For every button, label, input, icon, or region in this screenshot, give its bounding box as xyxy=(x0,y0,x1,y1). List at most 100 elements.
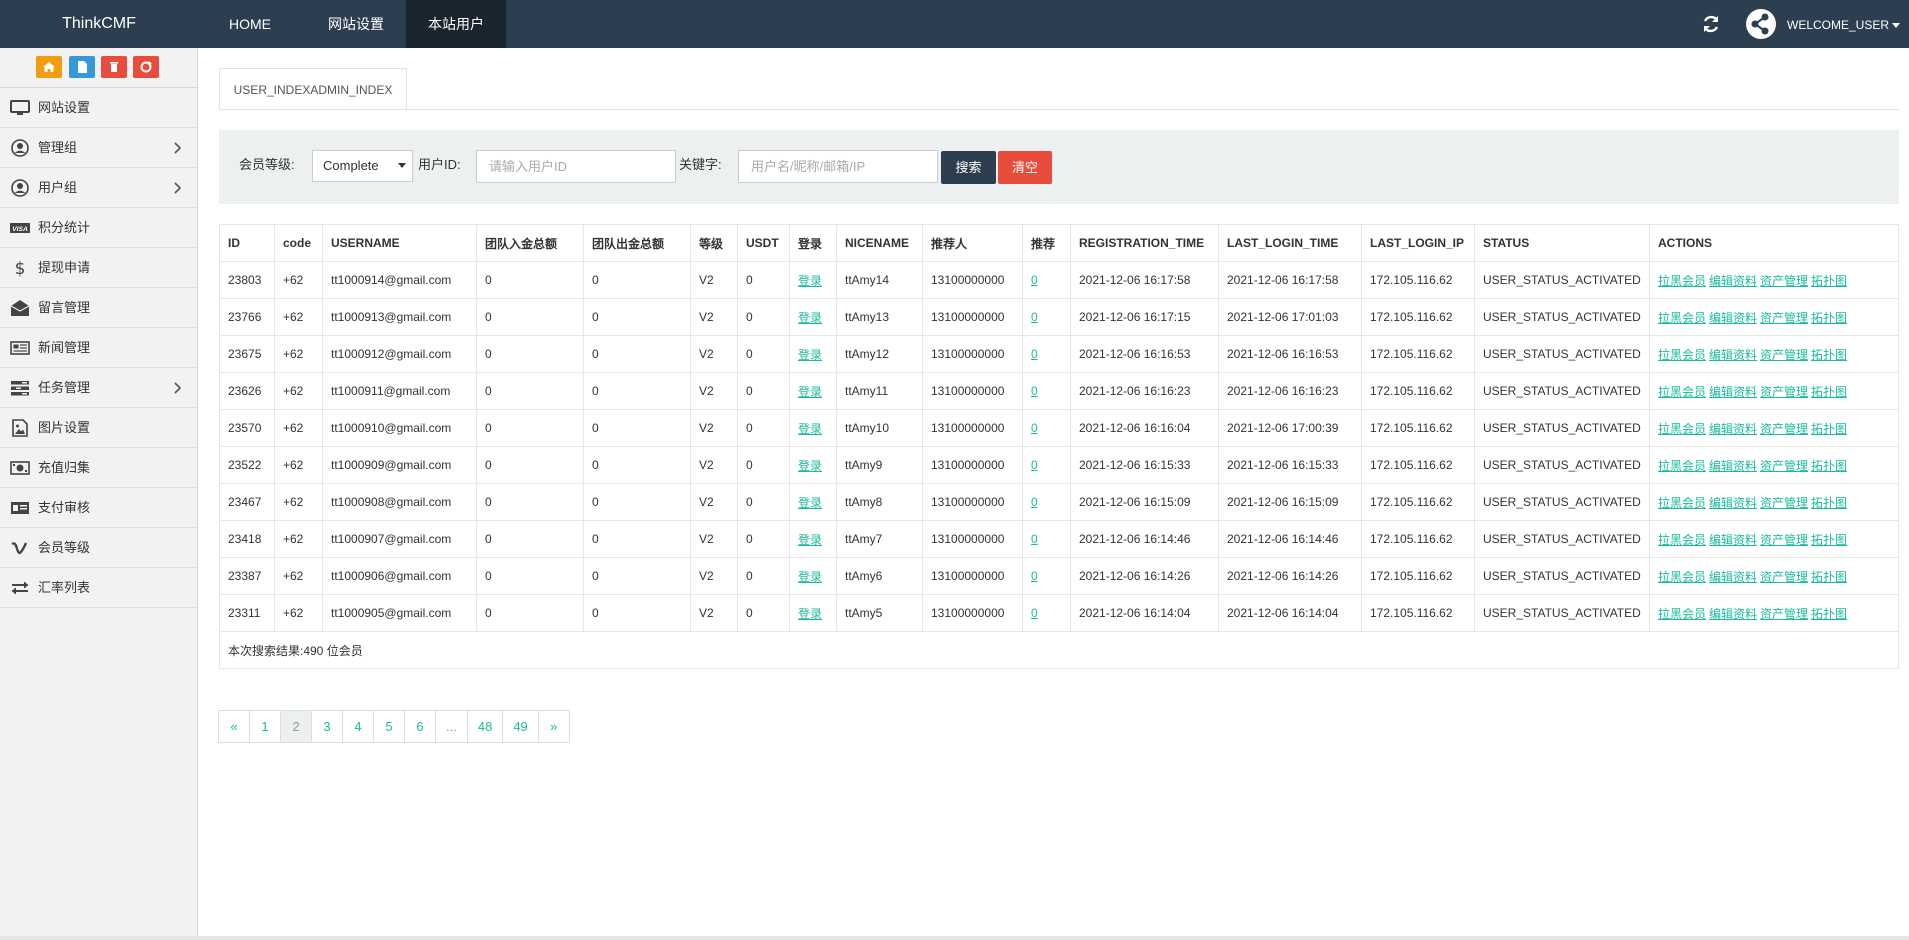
edit-profile-link[interactable]: 编辑资料 xyxy=(1709,459,1757,473)
login-link[interactable]: 登录 xyxy=(798,607,822,621)
user-menu[interactable]: WELCOME_USER xyxy=(1787,0,1901,48)
keyword-input[interactable] xyxy=(738,150,938,183)
clear-button[interactable]: 清空 xyxy=(998,151,1052,184)
topology-link[interactable]: 拓扑图 xyxy=(1811,459,1847,473)
referrals-link[interactable]: 0 xyxy=(1031,384,1038,398)
login-link[interactable]: 登录 xyxy=(798,348,822,362)
home-shortcut-button[interactable] xyxy=(36,56,62,78)
edit-profile-link[interactable]: 编辑资料 xyxy=(1709,422,1757,436)
blacklist-link[interactable]: 拉黑会员 xyxy=(1658,607,1706,621)
nav-site-users[interactable]: 本站用户 xyxy=(406,0,506,48)
page-button[interactable]: 48 xyxy=(466,710,504,743)
page-button[interactable]: 5 xyxy=(373,710,405,743)
edit-profile-link[interactable]: 编辑资料 xyxy=(1709,607,1757,621)
topology-link[interactable]: 拓扑图 xyxy=(1811,274,1847,288)
page-button[interactable]: 3 xyxy=(311,710,343,743)
blacklist-link[interactable]: 拉黑会员 xyxy=(1658,311,1706,325)
sidebar-item-image-settings[interactable]: 图片设置 xyxy=(0,408,197,448)
blacklist-link[interactable]: 拉黑会员 xyxy=(1658,348,1706,362)
referrals-link[interactable]: 0 xyxy=(1031,310,1038,324)
topology-link[interactable]: 拓扑图 xyxy=(1811,496,1847,510)
file-shortcut-button[interactable] xyxy=(69,56,95,78)
asset-management-link[interactable]: 资产管理 xyxy=(1760,422,1808,436)
asset-management-link[interactable]: 资产管理 xyxy=(1760,607,1808,621)
page-button[interactable]: 1 xyxy=(249,710,281,743)
referrals-link[interactable]: 0 xyxy=(1031,347,1038,361)
page-button[interactable]: 6 xyxy=(404,710,436,743)
edit-profile-link[interactable]: 编辑资料 xyxy=(1709,385,1757,399)
sidebar-item-user-group[interactable]: 用户组 xyxy=(0,168,197,208)
login-link[interactable]: 登录 xyxy=(798,422,822,436)
asset-management-link[interactable]: 资产管理 xyxy=(1760,533,1808,547)
referrals-link[interactable]: 0 xyxy=(1031,606,1038,620)
sidebar-item-recharge[interactable]: 充值归集 xyxy=(0,448,197,488)
blacklist-link[interactable]: 拉黑会员 xyxy=(1658,385,1706,399)
referrals-link[interactable]: 0 xyxy=(1031,569,1038,583)
sidebar-item-withdraw[interactable]: $ 提现申请 xyxy=(0,248,197,288)
blacklist-link[interactable]: 拉黑会员 xyxy=(1658,422,1706,436)
referrals-link[interactable]: 0 xyxy=(1031,495,1038,509)
sidebar-item-tasks[interactable]: 任务管理 xyxy=(0,368,197,408)
asset-management-link[interactable]: 资产管理 xyxy=(1760,570,1808,584)
page-button[interactable]: 2 xyxy=(280,710,312,743)
search-button[interactable]: 搜索 xyxy=(941,151,996,184)
topology-link[interactable]: 拓扑图 xyxy=(1811,385,1847,399)
nav-site-settings[interactable]: 网站设置 xyxy=(306,0,406,48)
edit-profile-link[interactable]: 编辑资料 xyxy=(1709,311,1757,325)
edit-profile-link[interactable]: 编辑资料 xyxy=(1709,570,1757,584)
login-link[interactable]: 登录 xyxy=(798,533,822,547)
nav-home[interactable]: HOME xyxy=(207,0,293,48)
trash-shortcut-button[interactable] xyxy=(101,56,127,78)
referrals-link[interactable]: 0 xyxy=(1031,458,1038,472)
login-link[interactable]: 登录 xyxy=(798,496,822,510)
sidebar-item-site-settings[interactable]: 网站设置 xyxy=(0,88,197,128)
login-link[interactable]: 登录 xyxy=(798,459,822,473)
sidebar-item-points-stats[interactable]: VISA 积分统计 xyxy=(0,208,197,248)
sidebar-item-news[interactable]: 新闻管理 xyxy=(0,328,197,368)
referrals-link[interactable]: 0 xyxy=(1031,421,1038,435)
asset-management-link[interactable]: 资产管理 xyxy=(1760,274,1808,288)
sidebar-item-exchange-rates[interactable]: 汇率列表 xyxy=(0,568,197,608)
login-link[interactable]: 登录 xyxy=(798,570,822,584)
blacklist-link[interactable]: 拉黑会员 xyxy=(1658,274,1706,288)
refresh-icon[interactable] xyxy=(1700,13,1722,35)
login-link[interactable]: 登录 xyxy=(798,274,822,288)
login-link[interactable]: 登录 xyxy=(798,311,822,325)
asset-management-link[interactable]: 资产管理 xyxy=(1760,311,1808,325)
edit-profile-link[interactable]: 编辑资料 xyxy=(1709,274,1757,288)
level-select[interactable]: Complete xyxy=(312,150,413,182)
login-link[interactable]: 登录 xyxy=(798,385,822,399)
sidebar-item-payment-review[interactable]: 支付审核 xyxy=(0,488,197,528)
recycle-shortcut-button[interactable] xyxy=(133,56,159,78)
tab-user-index[interactable]: USER_INDEXADMIN_INDEX xyxy=(219,68,407,110)
referrals-link[interactable]: 0 xyxy=(1031,532,1038,546)
sidebar-item-admin-group[interactable]: 管理组 xyxy=(0,128,197,168)
edit-profile-link[interactable]: 编辑资料 xyxy=(1709,533,1757,547)
referrals-link[interactable]: 0 xyxy=(1031,273,1038,287)
edit-profile-link[interactable]: 编辑资料 xyxy=(1709,496,1757,510)
topology-link[interactable]: 拓扑图 xyxy=(1811,533,1847,547)
asset-management-link[interactable]: 资产管理 xyxy=(1760,459,1808,473)
blacklist-link[interactable]: 拉黑会员 xyxy=(1658,570,1706,584)
asset-management-link[interactable]: 资产管理 xyxy=(1760,496,1808,510)
next-page-button[interactable]: » xyxy=(537,710,570,743)
page-button[interactable]: 4 xyxy=(342,710,374,743)
topology-link[interactable]: 拓扑图 xyxy=(1811,348,1847,362)
prev-page-button[interactable]: « xyxy=(218,710,250,743)
topology-link[interactable]: 拓扑图 xyxy=(1811,422,1847,436)
sidebar-item-member-level[interactable]: 会员等级 xyxy=(0,528,197,568)
horizontal-scrollbar[interactable] xyxy=(0,936,1909,940)
blacklist-link[interactable]: 拉黑会员 xyxy=(1658,533,1706,547)
topology-link[interactable]: 拓扑图 xyxy=(1811,570,1847,584)
asset-management-link[interactable]: 资产管理 xyxy=(1760,385,1808,399)
brand-logo[interactable]: ThinkCMF xyxy=(0,0,198,48)
sidebar-item-messages[interactable]: 留言管理 xyxy=(0,288,197,328)
asset-management-link[interactable]: 资产管理 xyxy=(1760,348,1808,362)
blacklist-link[interactable]: 拉黑会员 xyxy=(1658,496,1706,510)
page-button[interactable]: 49 xyxy=(502,710,539,743)
edit-profile-link[interactable]: 编辑资料 xyxy=(1709,348,1757,362)
userid-input[interactable] xyxy=(476,150,676,183)
avatar[interactable] xyxy=(1746,9,1776,39)
topology-link[interactable]: 拓扑图 xyxy=(1811,607,1847,621)
topology-link[interactable]: 拓扑图 xyxy=(1811,311,1847,325)
